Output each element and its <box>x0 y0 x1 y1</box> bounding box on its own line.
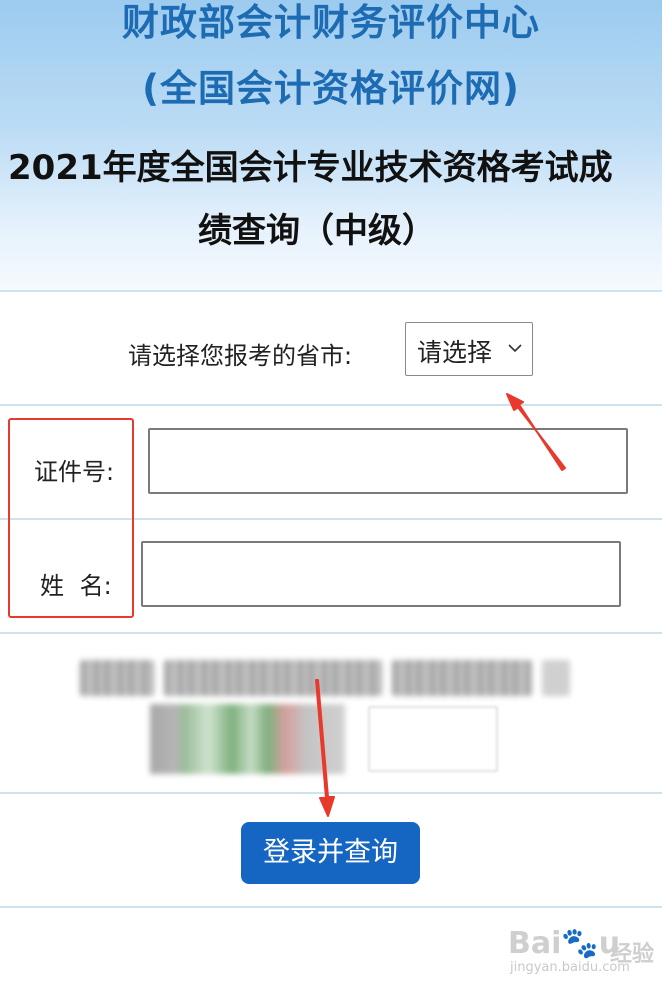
page-title: 2021年度全国会计专业技术资格考试成 <box>8 148 613 188</box>
captcha-image[interactable] <box>150 704 345 774</box>
name-input[interactable] <box>141 541 621 607</box>
org-name: 财政部会计财务评价中心 <box>122 1 540 44</box>
submit-row: 登录并查询 <box>0 794 662 910</box>
province-row: 请选择您报考的省市: 请选择 <box>0 292 662 406</box>
province-select[interactable]: 请选择 <box>405 322 533 376</box>
page-header: 财政部会计财务评价中心 (全国会计资格评价网) 2021年度全国会计专业技术资格… <box>0 0 662 290</box>
blurred-hint-text <box>80 660 570 700</box>
province-select-value: 请选择 <box>417 338 493 367</box>
watermark-url: jingyan.baidu.com <box>510 960 630 975</box>
org-subtitle: (全国会计资格评价网) <box>142 67 520 110</box>
chevron-down-icon <box>508 344 522 353</box>
annotation-highlight-box <box>8 418 134 618</box>
captcha-input[interactable] <box>368 706 498 772</box>
page-title-continued: 绩查询（中级） <box>198 211 436 251</box>
captcha-row <box>0 634 662 794</box>
id-number-input[interactable] <box>148 428 628 494</box>
baidu-jingyan-watermark: Bai🐾u <box>508 926 621 961</box>
province-label: 请选择您报考的省市: <box>128 342 353 370</box>
login-query-button[interactable]: 登录并查询 <box>241 822 420 884</box>
